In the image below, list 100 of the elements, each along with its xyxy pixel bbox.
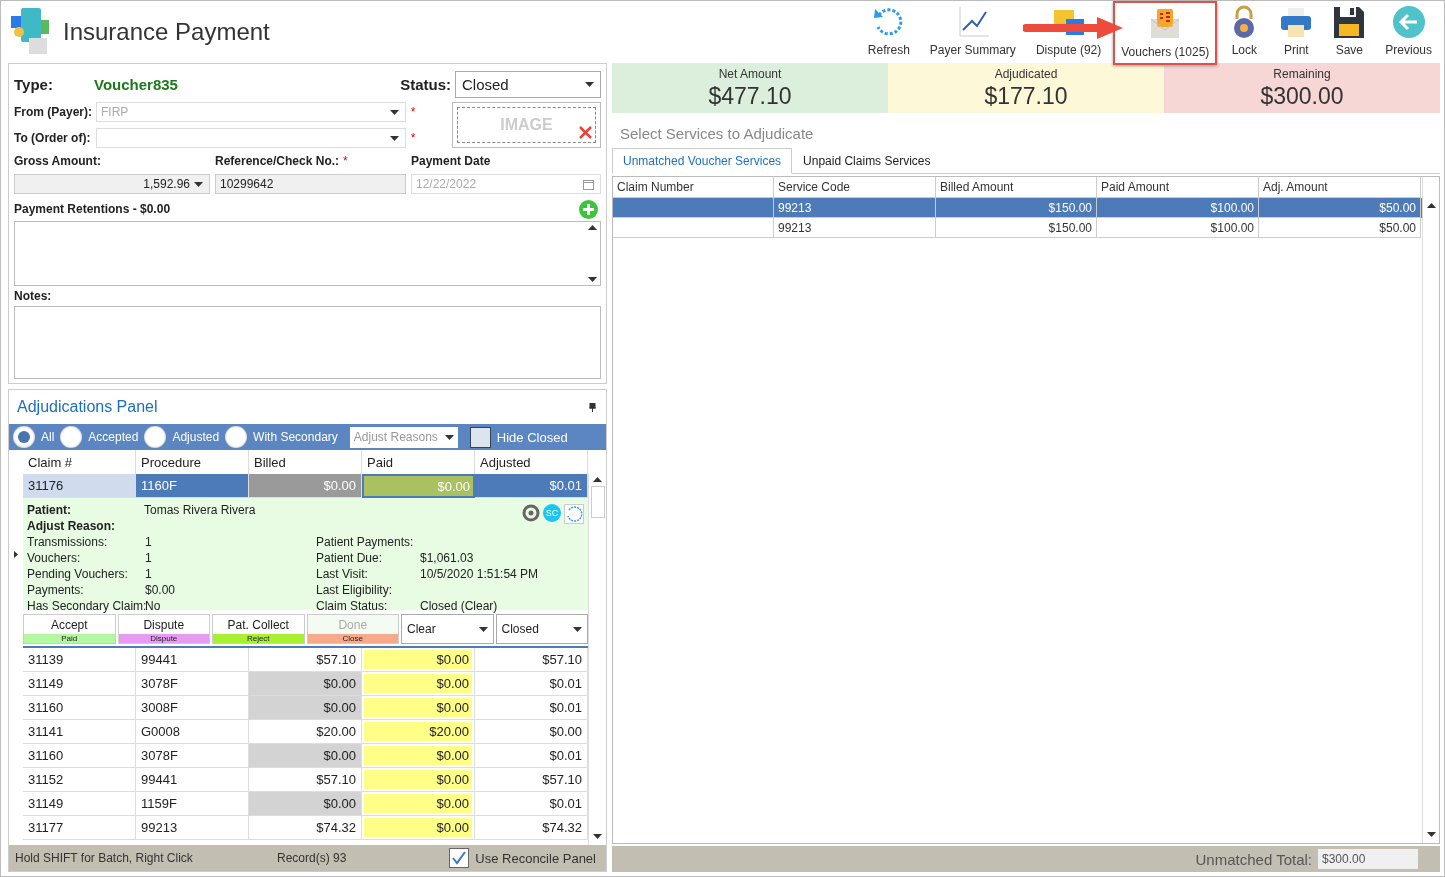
action-button[interactable]: Accept Paid [23, 614, 116, 644]
section-title: Select Services to Adjudicate [619, 124, 815, 144]
table-cell: 99213 [774, 198, 936, 218]
table-cell: 31177 [23, 816, 136, 840]
table-cell: $0.00 [249, 672, 362, 696]
table-cell: $0.00 [475, 720, 588, 744]
table-cell: G0008 [136, 720, 249, 744]
check-number-field[interactable]: 10299642 [215, 174, 406, 194]
toolbar-button[interactable]: Save [1325, 1, 1374, 63]
tile-amount: $477.10 [708, 82, 792, 110]
table-cell: $150.00 [936, 218, 1097, 238]
detail-value: Closed (Clear) [420, 599, 498, 613]
status-dropdown[interactable]: Clear [401, 614, 494, 644]
detail-label: Last Eligibility: [316, 583, 394, 597]
caret-icon [478, 626, 488, 632]
scroll-up-icon[interactable] [588, 225, 597, 230]
close-icon[interactable] [578, 125, 593, 140]
tile-label: Net Amount [718, 66, 782, 81]
required-mark: * [343, 154, 348, 168]
table-cell: 99441 [136, 648, 249, 672]
table-cell: 1160F [136, 474, 249, 498]
detail-value: 1 [145, 567, 152, 581]
field-label: Status: [400, 75, 451, 93]
table-cell: $0.01 [475, 744, 588, 768]
detail-value: Tomas Rivera Rivera [144, 503, 256, 517]
window-title: Insurance Payment [63, 18, 271, 46]
table-cell: 99213 [774, 218, 936, 238]
table-row[interactable]: 99213 $150.00 $100.00 $50.00 [613, 198, 1422, 218]
tile-amount: $300.00 [1260, 82, 1344, 110]
filter-radio[interactable]: With Secondary [225, 426, 338, 448]
table-cell: $0.00 [362, 744, 475, 768]
field-label: Type: [14, 75, 54, 93]
table-cell: $0.01 [475, 672, 588, 696]
detail-value: $0.00 [145, 583, 176, 597]
table-cell: $100.00 [1097, 218, 1259, 238]
table-cell: $0.00 [249, 792, 362, 816]
reconcile-checkbox[interactable]: Use Reconcile Panel [449, 848, 596, 868]
table-cell: 31149 [23, 792, 136, 816]
scrollbar-thumb[interactable] [590, 486, 605, 518]
table-cell: $74.32 [475, 816, 588, 840]
table-cell: $0.00 [249, 474, 362, 498]
table-cell: $0.00 [362, 768, 475, 792]
caret-icon [390, 135, 399, 141]
detail-label: Patient: [27, 503, 72, 517]
caret-icon [194, 181, 203, 187]
detail-label: Patient Due: [316, 551, 384, 565]
detail-label: Pending Vouchers: [27, 567, 129, 581]
row-pointer-icon [14, 550, 18, 558]
scroll-up-icon[interactable] [1426, 203, 1436, 208]
toolbar-button[interactable]: Refresh [859, 1, 918, 63]
toolbar-button[interactable]: Payer Summary [921, 1, 1024, 63]
table-cell: $0.01 [475, 696, 588, 720]
table-cell: $0.00 [362, 696, 475, 720]
tab[interactable]: Unmatched Voucher Services [612, 148, 793, 174]
detail-value: 10/5/2020 1:51:54 PM [420, 567, 539, 581]
table-cell: $50.00 [1259, 218, 1421, 238]
toolbar-button[interactable]: Lock [1221, 1, 1268, 63]
field-label: To (Order of): [14, 131, 92, 145]
detail-value: No [145, 599, 161, 613]
table-cell: $50.00 [1259, 198, 1421, 218]
status-dropdown[interactable]: Closed [495, 614, 588, 644]
gross-amount-field[interactable]: 1,592.96 [14, 174, 210, 194]
checkmark-icon [451, 850, 468, 866]
pin-icon[interactable] [589, 402, 596, 412]
hide-closed-checkbox[interactable]: Hide Closed [469, 426, 568, 448]
refresh-icon[interactable] [564, 504, 584, 524]
filter-radio[interactable]: Accepted [60, 426, 139, 448]
status-dropdown[interactable]: Closed [455, 70, 601, 98]
copyright-icon[interactable] [522, 504, 540, 522]
table-cell: $0.00 [362, 816, 475, 840]
table-row[interactable]: 99213 $150.00 $100.00 $50.00 [613, 218, 1422, 238]
printer-icon [1279, 5, 1314, 39]
filter-radio[interactable]: Adjusted [144, 426, 220, 448]
scroll-down-icon[interactable] [593, 834, 602, 839]
detail-label: Claim Status: [316, 599, 389, 613]
total-field: $300.00 [1318, 849, 1418, 869]
scroll-down-icon[interactable] [1426, 832, 1436, 837]
table-cell: $0.00 [362, 648, 475, 672]
detail-value: 1 [145, 551, 152, 565]
table-cell: $0.00 [362, 672, 475, 696]
notes-field[interactable] [14, 306, 601, 379]
table-cell: $57.10 [475, 768, 588, 792]
toolbar-button[interactable]: Previous [1377, 1, 1440, 63]
calendar-icon[interactable] [583, 178, 594, 190]
detail-label: Vouchers: [27, 551, 82, 565]
field-label: Reference/Check No.: [215, 154, 340, 168]
action-button[interactable]: Dispute Dispute [117, 614, 210, 644]
tile-label: Adjudicated [994, 66, 1058, 81]
table-cell: $0.01 [475, 474, 588, 498]
table-cell: $57.10 [475, 648, 588, 672]
panel-title: Adjudications Panel [17, 398, 158, 416]
scroll-up-icon[interactable] [593, 477, 602, 482]
scroll-down-icon[interactable] [588, 277, 597, 282]
caret-icon [444, 434, 454, 440]
total-label: Unmatched Total: [1195, 850, 1312, 868]
action-button[interactable]: Pat. Collect Reject [212, 614, 305, 644]
table-cell: $20.00 [362, 720, 475, 744]
toolbar-button[interactable]: Print [1271, 1, 1322, 63]
detail-label: Payments: [27, 583, 85, 597]
tab[interactable]: Unpaid Claims Services [792, 148, 942, 174]
